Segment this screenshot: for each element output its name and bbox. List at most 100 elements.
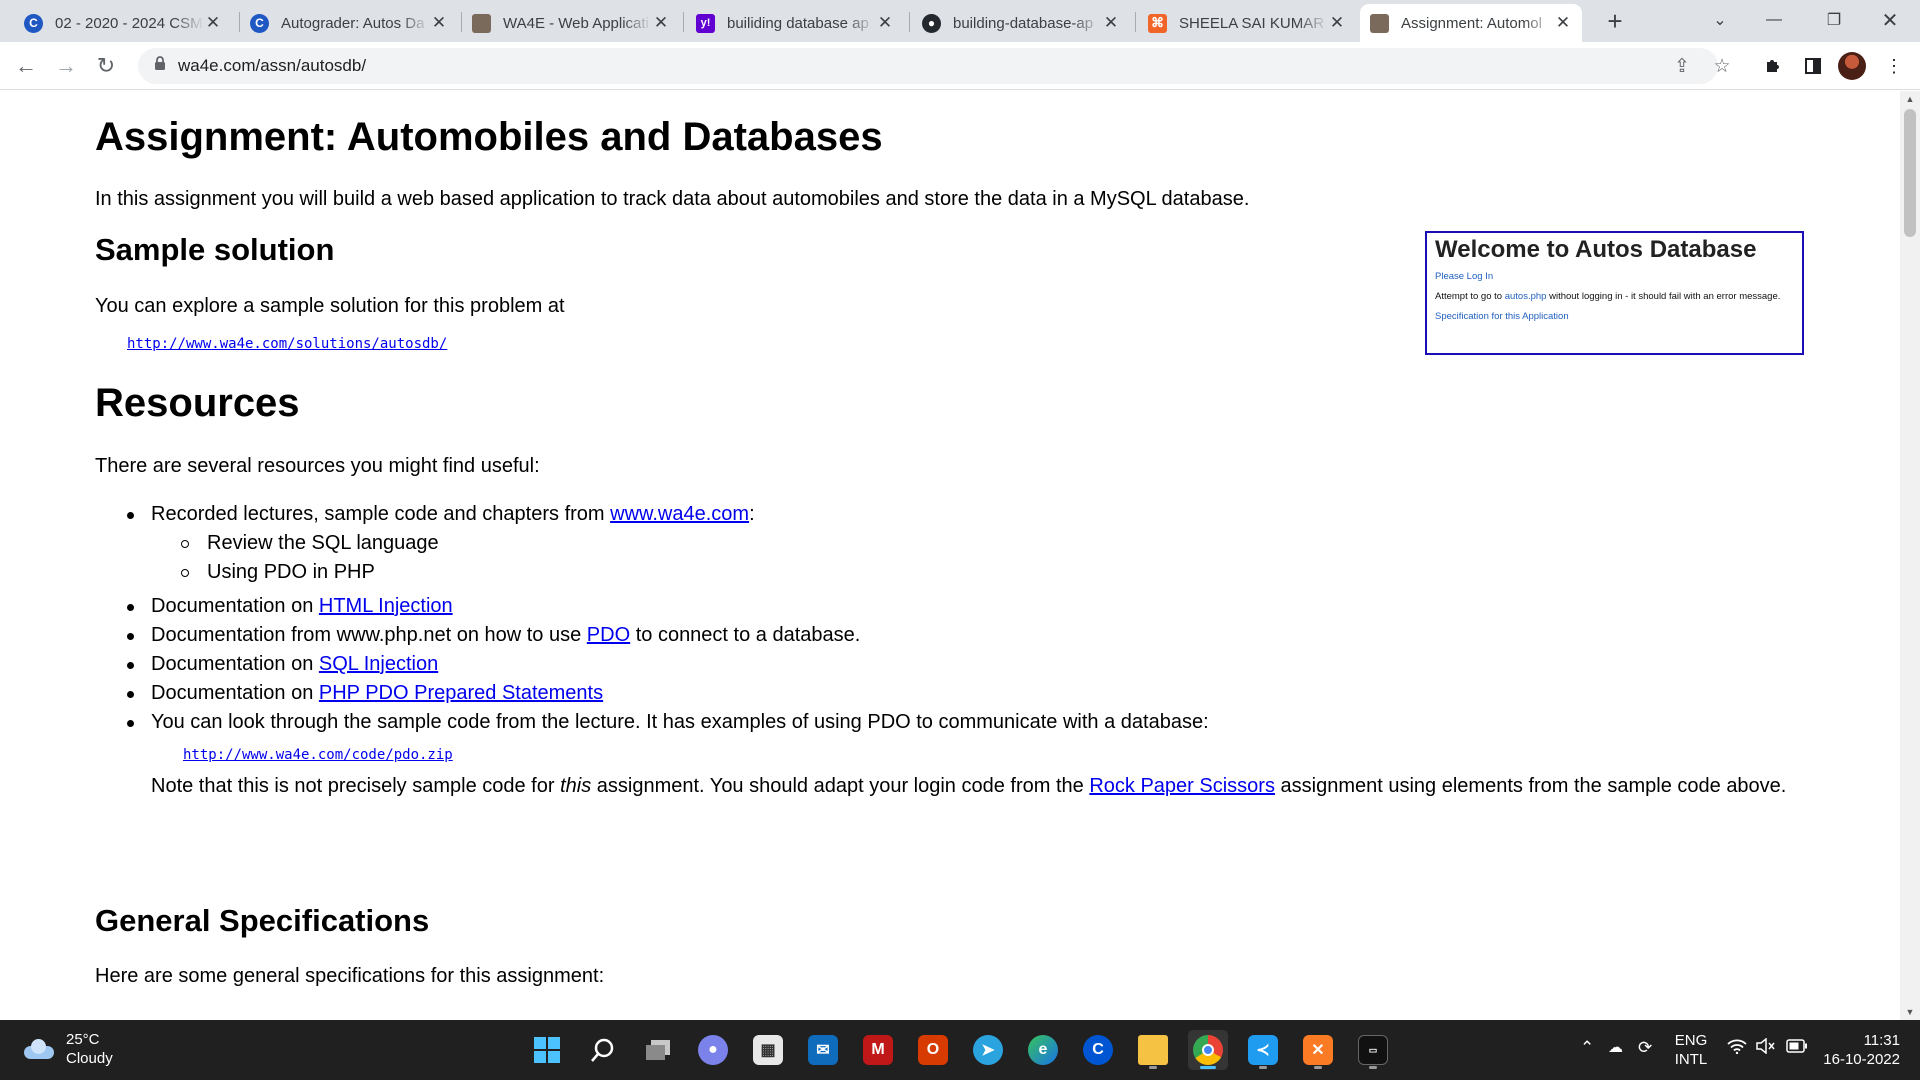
office-button[interactable]: O xyxy=(913,1030,953,1070)
volume-muted-icon[interactable] xyxy=(1756,1037,1776,1059)
resource-text: Recorded lectures, sample code and chapt… xyxy=(151,503,605,525)
sync-icon[interactable]: ⟳ xyxy=(1638,1038,1652,1058)
yahoo-icon: y! xyxy=(696,13,715,33)
mcafee-button[interactable]: M xyxy=(858,1030,898,1070)
browser-toolbar: ← → ↻ wa4e.com/assn/autosdb/ ⇪ ☆ ⋮ xyxy=(0,42,1920,90)
rock-paper-scissors-link[interactable]: Rock Paper Scissors xyxy=(1089,775,1275,797)
tab-5[interactable]: ● building-database-ap ✕ xyxy=(912,4,1130,42)
scrollbar-thumb[interactable] xyxy=(1904,109,1916,237)
share-icon[interactable]: ⇪ xyxy=(1666,50,1698,82)
profile-avatar[interactable] xyxy=(1838,52,1866,80)
resource-item-pdo: Documentation from www.php.net on how to… xyxy=(151,624,860,647)
xampp-button[interactable]: ✕ xyxy=(1298,1030,1338,1070)
note-emphasis: this xyxy=(560,775,592,797)
weather-widget[interactable]: 25°C Cloudy xyxy=(22,1030,113,1068)
close-tab-icon[interactable]: ✕ xyxy=(652,13,670,33)
cloud-icon xyxy=(22,1038,56,1060)
html-injection-link[interactable]: HTML Injection xyxy=(319,595,453,617)
resource-item-lectures: Recorded lectures, sample code and chapt… xyxy=(151,503,755,526)
close-tab-icon[interactable]: ✕ xyxy=(876,13,894,33)
telegram-icon: ➤ xyxy=(973,1035,1003,1065)
coursera-app-button[interactable]: C xyxy=(1078,1030,1118,1070)
scroll-down-arrow[interactable]: ▼ xyxy=(1900,1004,1920,1020)
sub-item-sql: Review the SQL language xyxy=(207,532,439,554)
tab-title: builiding database ap xyxy=(727,14,869,32)
extensions-icon[interactable] xyxy=(1755,48,1791,84)
file-explorer-button[interactable] xyxy=(1133,1030,1173,1070)
tab-3[interactable]: WA4E - Web Applicati ✕ xyxy=(462,4,680,42)
language-indicator[interactable]: ENG INTL xyxy=(1668,1031,1714,1069)
edge-icon: e xyxy=(1028,1035,1058,1065)
task-view-icon xyxy=(646,1040,670,1060)
close-tab-icon[interactable]: ✕ xyxy=(1328,13,1346,33)
close-tab-icon[interactable]: ✕ xyxy=(204,13,222,33)
back-button[interactable]: ← xyxy=(8,48,44,84)
close-tab-icon[interactable]: ✕ xyxy=(1102,13,1120,33)
mcafee-icon: M xyxy=(863,1035,893,1065)
url-text[interactable]: wa4e.com/assn/autosdb/ xyxy=(178,56,366,76)
forward-button[interactable]: → xyxy=(48,48,84,84)
mail-button[interactable]: ✉ xyxy=(803,1030,843,1070)
sample-solution-link[interactable]: http://www.wa4e.com/solutions/autosdb/ xyxy=(127,336,447,352)
battery-icon[interactable] xyxy=(1786,1038,1808,1058)
tab-7-active[interactable]: Assignment: Automol ✕ xyxy=(1360,4,1582,42)
resource-text: Documentation on xyxy=(151,653,314,675)
clock[interactable]: 11:31 16-10-2022 xyxy=(1818,1031,1914,1069)
sub-item-pdo: Using PDO in PHP xyxy=(207,561,375,583)
close-tab-icon[interactable]: ✕ xyxy=(430,13,448,33)
tab-1[interactable]: C 02 - 2020 - 2024 CSM ✕ xyxy=(14,4,232,42)
page-title: Assignment: Automobiles and Databases xyxy=(95,115,883,159)
chevron-up-icon[interactable]: ⌃ xyxy=(1580,1038,1594,1058)
tab-separator xyxy=(683,12,684,32)
bookmark-star-icon[interactable]: ☆ xyxy=(1706,50,1738,82)
address-bar[interactable]: wa4e.com/assn/autosdb/ xyxy=(138,48,1718,84)
tab-4[interactable]: y! builiding database ap ✕ xyxy=(686,4,904,42)
running-indicator xyxy=(1200,1066,1216,1069)
vscode-button[interactable]: ≺ xyxy=(1243,1030,1283,1070)
vertical-scrollbar[interactable]: ▲ ▼ xyxy=(1900,91,1920,1020)
tab-search-button[interactable]: ⌄ xyxy=(1692,0,1748,40)
teams-chat-button[interactable]: ● xyxy=(693,1030,733,1070)
preview-text: Attempt to go to xyxy=(1435,291,1503,302)
search-button[interactable] xyxy=(583,1030,623,1070)
preview-autos-link: autos.php xyxy=(1504,291,1547,302)
resource-text: Documentation on xyxy=(151,595,314,617)
restore-button[interactable]: ❐ xyxy=(1806,0,1862,40)
wifi-icon[interactable] xyxy=(1727,1038,1747,1059)
windows-icon xyxy=(534,1037,560,1063)
onedrive-icon[interactable]: ☁ xyxy=(1608,1038,1623,1056)
chrome-button[interactable] xyxy=(1188,1030,1228,1070)
clock-date: 16-10-2022 xyxy=(1823,1051,1900,1068)
pdo-zip-link[interactable]: http://www.wa4e.com/code/pdo.zip xyxy=(183,747,453,763)
sql-injection-link[interactable]: SQL Injection xyxy=(319,653,438,675)
note-text: assignment using elements from the sampl… xyxy=(1280,775,1787,797)
new-tab-button[interactable]: + xyxy=(1598,4,1632,38)
pdo-link[interactable]: PDO xyxy=(587,624,630,646)
coursera-icon: C xyxy=(24,13,43,33)
scroll-up-arrow[interactable]: ▲ xyxy=(1900,91,1920,107)
start-button[interactable] xyxy=(527,1030,567,1070)
prepared-statements-link[interactable]: PHP PDO Prepared Statements xyxy=(319,682,603,704)
tab-title: WA4E - Web Applicati xyxy=(503,14,649,32)
tab-2[interactable]: C Autograder: Autos Da ✕ xyxy=(240,4,458,42)
tab-title: 02 - 2020 - 2024 CSM xyxy=(55,14,203,32)
edge-button[interactable]: e xyxy=(1023,1030,1063,1070)
side-panel-icon[interactable] xyxy=(1795,48,1831,84)
mysql-shell-button[interactable]: ▭ xyxy=(1353,1030,1393,1070)
menu-kebab-icon[interactable]: ⋮ xyxy=(1876,48,1912,84)
minimize-button[interactable]: — xyxy=(1746,0,1802,40)
task-view-button[interactable] xyxy=(638,1030,678,1070)
preview-spec-link: Specification for this Application xyxy=(1435,311,1569,322)
close-tab-icon[interactable]: ✕ xyxy=(1554,13,1572,33)
microsoft-store-button[interactable]: ▦ xyxy=(748,1030,788,1070)
lock-icon[interactable] xyxy=(142,56,178,76)
reload-button[interactable]: ↻ xyxy=(88,48,124,84)
telegram-button[interactable]: ➤ xyxy=(968,1030,1008,1070)
bullet xyxy=(127,662,134,669)
chat-icon: ● xyxy=(698,1035,728,1065)
close-window-button[interactable]: ✕ xyxy=(1862,0,1918,40)
bullet xyxy=(127,720,134,727)
resources-intro: There are several resources you might fi… xyxy=(95,455,540,477)
tab-6[interactable]: ⌘ SHEELA SAI KUMAR ✕ xyxy=(1138,4,1356,42)
wa4e-link[interactable]: www.wa4e.com xyxy=(610,503,749,525)
